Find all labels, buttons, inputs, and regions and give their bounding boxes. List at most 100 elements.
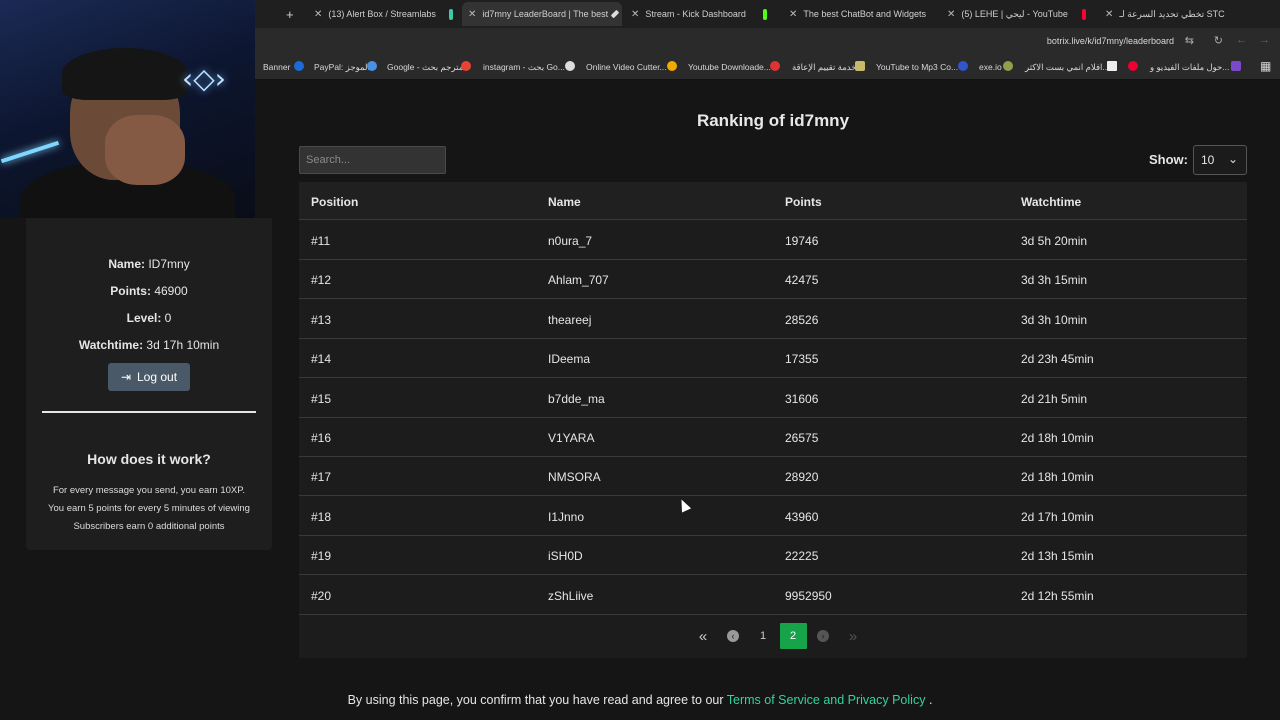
kick-icon [758, 2, 772, 26]
site-settings-icon[interactable]: ⇆ [1185, 34, 1194, 47]
bookmark-item[interactable]: PayPal: الموجز [314, 62, 370, 73]
next-page-button[interactable]: › [808, 623, 838, 649]
tab-stc[interactable]: ✕ تخطي تحديد السرعة لـ STC [1099, 2, 1274, 26]
download-icon [770, 61, 780, 71]
forward-icon[interactable]: → [1259, 34, 1270, 46]
close-icon[interactable]: ✕ [314, 9, 322, 20]
grid-icon[interactable]: ▦ [1260, 59, 1271, 73]
new-tab-button[interactable]: + [286, 2, 294, 26]
first-page-button[interactable]: « [688, 623, 718, 649]
mp3-icon [958, 61, 968, 71]
close-icon[interactable]: ✕ [1105, 9, 1113, 20]
table-row: #15 b7dde_ma 31606 2d 21h 5min [299, 379, 1247, 418]
position-cell: #17 [311, 470, 332, 484]
streamlabs-icon [444, 2, 458, 26]
page-button[interactable]: 1 [748, 623, 778, 649]
anime-icon [1107, 61, 1117, 71]
bookmark-item[interactable]: Online Video Cutter... [586, 62, 667, 72]
position-cell: #12 [311, 273, 332, 287]
points-cell: 31606 [785, 392, 819, 406]
table-row: #11 n0ura_7 19746 3d 5h 20min [299, 221, 1247, 260]
bookmark-item[interactable]: حول ملفات الفيديو و... [1150, 62, 1229, 73]
name-cell: NMSORA [548, 470, 601, 484]
search-input[interactable] [299, 146, 446, 174]
name-cell: I1Jnno [548, 510, 585, 524]
bookmark-item[interactable]: Google - مترجم بحث [387, 62, 463, 73]
bookmark-item[interactable]: YouTube to Mp3 Co... [876, 62, 958, 72]
table-row: #14 IDeema 17355 2d 23h 45min [299, 339, 1247, 378]
watchtime-cell: 3d 5h 20min [1021, 234, 1088, 248]
close-icon[interactable]: ✕ [631, 9, 639, 20]
watchtime-cell: 2d 12h 55min [1021, 589, 1094, 603]
cutter-icon [667, 61, 677, 71]
name-cell: IDeema [548, 352, 591, 366]
footer-notice: By using this page, you confirm that you… [347, 693, 933, 707]
bookmark-item[interactable]: Banner [263, 62, 290, 72]
bookmark-item[interactable]: instagram - بحث Go... [483, 62, 565, 73]
page-title: Ranking of id7mny [696, 111, 850, 130]
user-name: Name: ID7mny [108, 257, 190, 271]
close-icon[interactable]: ✕ [947, 9, 955, 20]
position-cell: #20 [311, 589, 332, 603]
terms-link[interactable]: Terms of Service and Privacy Policy [727, 693, 926, 707]
watchtime-cell: 2d 21h 5min [1021, 392, 1088, 406]
youtube-icon [1077, 2, 1091, 26]
tab-kick[interactable]: ✕ Stream - Kick Dashboard [625, 2, 755, 26]
reload-icon[interactable]: ↻ [1214, 34, 1223, 47]
table-row: #13 theareej 28526 3d 3h 10min [299, 300, 1247, 339]
points-cell: 9952950 [785, 589, 832, 603]
table-row: #18 I1Jnno 43960 2d 17h 10min [299, 497, 1247, 536]
page-size-select[interactable]: 10 ⌄ [1193, 145, 1247, 175]
webcam-overlay: ‹◇› [0, 0, 255, 218]
show-label: Show: [1149, 152, 1188, 167]
bookmark-item[interactable]: Youtube Downloade... [688, 62, 771, 72]
watchtime-cell: 2d 18h 10min [1021, 431, 1094, 445]
position-cell: #14 [311, 352, 332, 366]
double-chevron-left-icon: « [698, 627, 708, 645]
close-icon[interactable]: ✕ [789, 9, 797, 20]
leaderboard-table: Position Name Points Watchtime #11 n0ura… [299, 182, 1247, 658]
user-points: Points: 46900 [110, 284, 188, 298]
column-header-name[interactable]: Name [548, 195, 581, 209]
name-cell: Ahlam_707 [548, 273, 609, 287]
tab-streamlabs[interactable]: ✕ (13) Alert Box / Streamlabs [308, 2, 448, 26]
close-icon[interactable]: ✕ [468, 9, 476, 20]
how-line: Subscribers earn 0 additional points [73, 521, 225, 532]
name-cell: b7dde_ma [548, 392, 605, 406]
tab-leaderboard[interactable]: ✕ id7mny LeaderBoard | The best [462, 2, 622, 26]
back-icon[interactable]: ← [1236, 34, 1247, 46]
divider [42, 411, 256, 413]
watchtime-cell: 3d 3h 10min [1021, 313, 1088, 327]
chevron-right-icon: › [817, 630, 829, 642]
points-cell: 17355 [785, 352, 819, 366]
address-bar[interactable]: botrix.live/k/id7mny/leaderboard ⇆ ↻ ← → [255, 28, 1280, 54]
bookmark-item[interactable]: افلام انمي بست الاكثر... [1025, 62, 1109, 73]
last-page-button[interactable]: » [838, 623, 868, 649]
neon-logo-icon: ‹◇› [182, 62, 226, 95]
google-icon [461, 61, 471, 71]
position-cell: #13 [311, 313, 332, 327]
page-button-active[interactable]: 2 [779, 623, 807, 649]
tab-youtube[interactable]: ✕ (5) LEHE | ليحي - YouTube [941, 2, 1071, 26]
watchtime-cell: 2d 18h 10min [1021, 470, 1094, 484]
name-cell: n0ura_7 [548, 234, 593, 248]
name-cell: V1YARA [548, 431, 595, 445]
url-text[interactable]: botrix.live/k/id7mny/leaderboard [1047, 36, 1174, 46]
bookmark-item[interactable]: exe.io [979, 62, 1002, 72]
position-cell: #11 [311, 234, 331, 248]
youtube-icon [1128, 61, 1138, 71]
bookmark-item[interactable]: خدمة تقييم الإعاقة [792, 62, 857, 73]
logout-button[interactable]: ⇥ Log out [108, 363, 190, 391]
position-cell: #15 [311, 392, 332, 406]
convert-icon [1231, 61, 1241, 71]
tab-botrix[interactable]: ✕ The best ChatBot and Widgets [783, 2, 933, 26]
table-row: #19 iSH0D 22225 2d 13h 15min [299, 536, 1247, 575]
table-row: #20 zShLiive 9952950 2d 12h 55min [299, 576, 1247, 615]
column-header-position[interactable]: Position [311, 195, 358, 209]
column-header-watchtime[interactable]: Watchtime [1021, 195, 1081, 209]
column-header-points[interactable]: Points [785, 195, 822, 209]
pagination: « ‹ 1 2 › » [688, 623, 868, 649]
prev-page-button[interactable]: ‹ [718, 623, 748, 649]
table-header: Position Name Points Watchtime [299, 182, 1247, 220]
table-row: #17 NMSORA 28920 2d 18h 10min [299, 457, 1247, 496]
